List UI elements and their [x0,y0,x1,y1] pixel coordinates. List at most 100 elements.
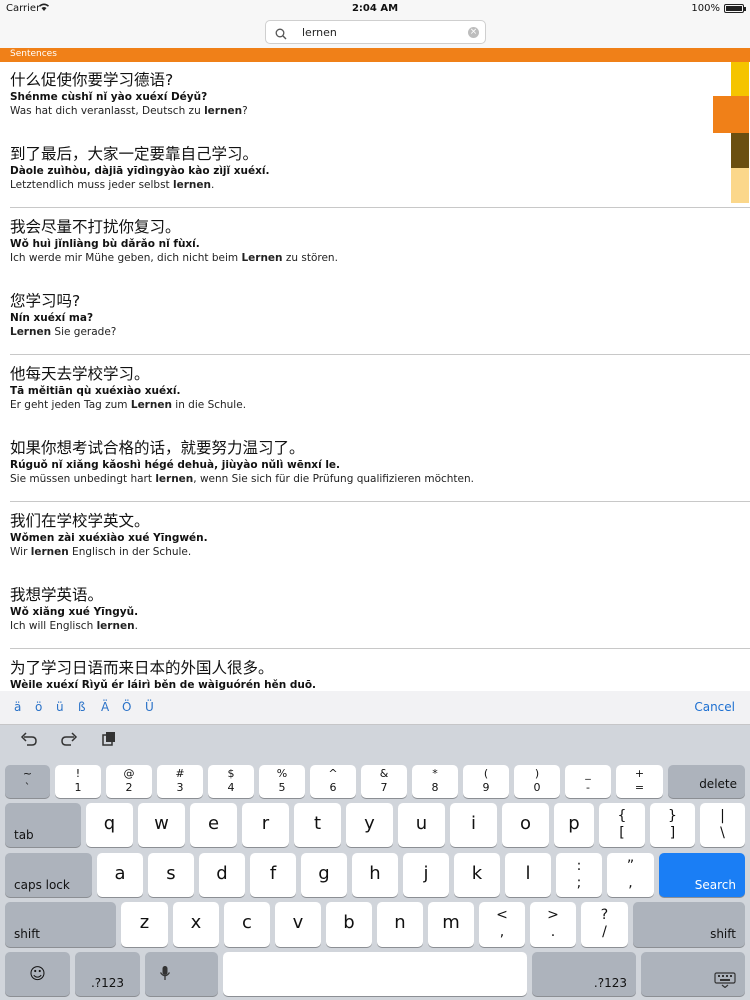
german-text: Ich werde mir Mühe geben, dich nicht bei… [10,252,338,264]
key-brace-left[interactable]: {[ [599,803,645,847]
key-j[interactable]: j [403,853,449,897]
keyboard: ä ö ü ß Ä Ö Ü Cancel ~ ` ! 1 @2 #3 $4 % 5 ^… [0,691,750,1000]
key-v[interactable]: v [275,902,321,947]
section-title: Sentences [10,49,57,59]
key-r[interactable]: r [242,803,289,847]
key-n[interactable]: n [377,902,423,947]
key-q[interactable]: q [86,803,133,847]
key-0[interactable]: ) 0 [514,765,560,798]
list-item[interactable]: 如果你想考试合格的话，就要努力温习了。 Rúguǒ nǐ xiǎng kǎosh… [10,438,730,487]
key-b[interactable]: b [326,902,372,947]
key-o[interactable]: o [502,803,549,847]
emoji-key[interactable]: ☺ [5,952,70,996]
paste-icon[interactable] [101,731,117,752]
index-strip-segment[interactable] [731,133,749,168]
key-f[interactable]: f [250,853,296,897]
key-1[interactable]: ! 1 [55,765,101,798]
key-y[interactable]: y [346,803,393,847]
key-question[interactable]: ? / [581,902,628,947]
accent-key[interactable]: Ö [122,700,131,714]
accent-key[interactable]: Ü [145,700,154,714]
key-6[interactable]: ^ 6 [310,765,356,798]
hide-keyboard-key[interactable] [641,952,745,996]
key-z[interactable]: z [121,902,168,947]
key-a[interactable]: a [97,853,143,897]
key-x[interactable]: x [173,902,219,947]
accent-key[interactable]: ö [35,700,42,714]
list-item[interactable]: 为了学习日语而来日本的外国人很多。 Wèile xuéxí Rìyǔ ér lá… [10,658,730,691]
chinese-text: 什么促使你要学习德语? [10,71,174,89]
accent-key[interactable]: ä [14,700,21,714]
divider [10,648,750,649]
space-key[interactable] [223,952,527,996]
list-item[interactable]: 您学习吗? Nín xuéxí ma? Lernen Sie gerade? [10,291,730,340]
key-w[interactable]: w [138,803,185,847]
key-l[interactable]: l [505,853,551,897]
key-i[interactable]: i [450,803,497,847]
accent-key[interactable]: Ä [101,700,109,714]
search-key[interactable]: Search [659,853,745,897]
clear-icon[interactable]: × [468,27,479,38]
key-g[interactable]: g [301,853,347,897]
delete-key[interactable]: delete [668,765,745,798]
key-7[interactable]: & 7 [361,765,407,798]
dictation-key[interactable] [145,952,218,996]
shift-key-left[interactable]: shift [5,902,116,947]
key-minus[interactable]: _ - [565,765,611,798]
divider [10,207,750,208]
battery-percent: 100% [691,3,720,14]
key-p[interactable]: p [554,803,594,847]
index-strip-segment[interactable] [713,96,749,133]
key-s[interactable]: s [148,853,194,897]
search-field[interactable]: lernen × [265,20,486,44]
list-item[interactable]: 我们在学校学英文。 Wǒmen zài xuéxiào xué Yīngwén.… [10,511,730,560]
key-quote[interactable]: ”, [607,853,654,897]
list-item[interactable]: 我会尽量不打扰你复习。 Wǒ huì jǐnliàng bù dǎrǎo nǐ … [10,217,730,266]
index-strip-segment[interactable] [731,168,749,203]
key-9[interactable]: (9 [463,765,509,798]
key-d[interactable]: d [199,853,245,897]
key-h[interactable]: h [352,853,398,897]
key-pipe[interactable]: | \ [700,803,745,847]
key-brace-right[interactable]: }] [650,803,695,847]
cancel-button[interactable]: Cancel [694,700,735,714]
tab-key[interactable]: tab [5,803,81,847]
key-c[interactable]: c [224,902,270,947]
key-5[interactable]: % 5 [259,765,305,798]
caps-lock-key[interactable]: caps lock [5,853,92,897]
key-u[interactable]: u [398,803,445,847]
pinyin-text: Rúguǒ nǐ xiǎng kǎoshì hégé dehuà, jiùyào… [10,459,341,471]
numbers-key-right[interactable]: .?123 [532,952,636,996]
key-3[interactable]: #3 [157,765,203,798]
key-8[interactable]: * 8 [412,765,458,798]
index-strip-segment[interactable] [731,62,749,96]
list-item[interactable]: 到了最后，大家一定要靠自己学习。 Dàole zuìhòu, dàjiā yīd… [10,144,730,193]
list-item[interactable]: 我想学英语。 Wǒ xiǎng xué Yīngyǔ. Ich will Eng… [10,585,730,634]
key-equals[interactable]: + = [616,765,663,798]
list-item[interactable]: 他每天去学校学习。 Tā měitiān qù xuéxiào xuéxí. E… [10,364,730,413]
numbers-key-left[interactable]: .?123 [75,952,140,996]
status-bar: Carrier 2:04 AM 100% [0,0,750,18]
pinyin-text: Wǒ huì jǐnliàng bù dǎrǎo nǐ fùxí. [10,238,200,250]
redo-icon[interactable] [60,731,78,751]
sentence-list[interactable]: 什么促使你要学习德语? Shénme cùshǐ nǐ yào xuéxí Dé… [0,62,750,691]
key-2[interactable]: @2 [106,765,152,798]
key-t[interactable]: t [294,803,341,847]
key-4[interactable]: $4 [208,765,254,798]
accent-key[interactable]: ü [56,700,64,714]
search-input[interactable]: lernen [302,26,337,39]
key-e[interactable]: e [190,803,237,847]
accent-key[interactable]: ß [78,700,86,714]
shift-key-right[interactable]: shift [633,902,745,947]
key-less-than[interactable]: <, [479,902,525,947]
key-m[interactable]: m [428,902,474,947]
keyboard-dismiss-icon [714,972,736,991]
chinese-text: 如果你想考试合格的话，就要努力温习了。 [10,439,305,457]
german-text: Sie müssen unbedingt hart lernen, wenn S… [10,473,474,485]
key-tilde[interactable]: ~ ` [5,765,50,798]
key-k[interactable]: k [454,853,500,897]
key-colon[interactable]: :; [556,853,602,897]
list-item[interactable]: 什么促使你要学习德语? Shénme cùshǐ nǐ yào xuéxí Dé… [10,70,730,119]
undo-icon[interactable] [20,731,38,751]
key-greater-than[interactable]: >. [530,902,576,947]
